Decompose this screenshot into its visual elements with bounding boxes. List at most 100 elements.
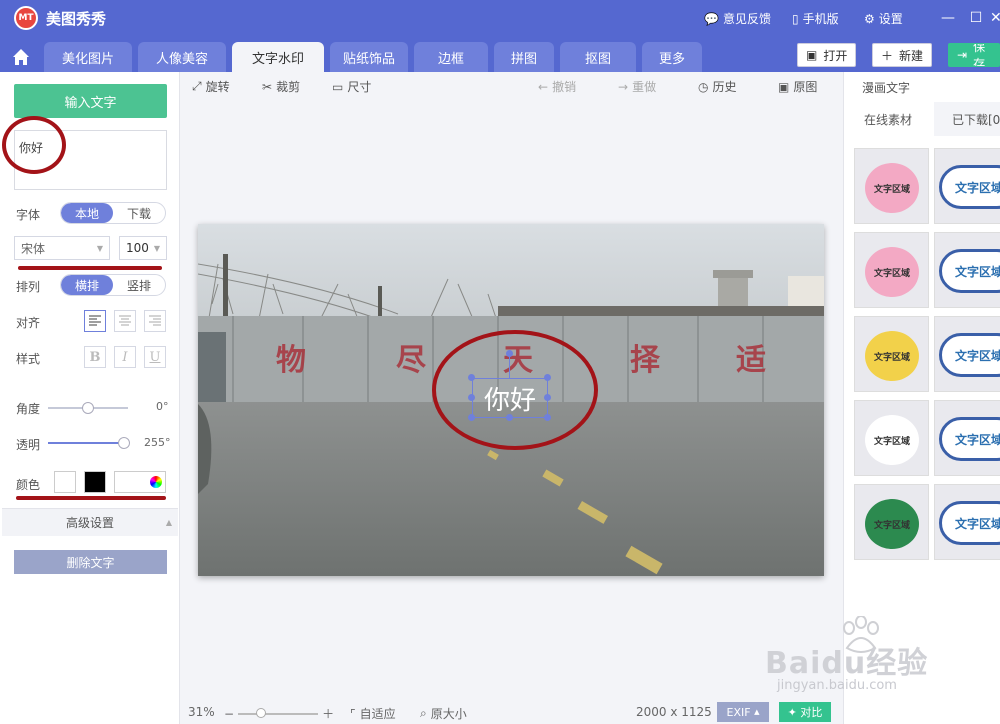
tab-collage[interactable]: 拼图 (494, 42, 554, 72)
undo-tool[interactable]: ← 撤销 (538, 78, 576, 95)
font-size-select[interactable]: 100 ▼ (119, 236, 167, 260)
font-download-option[interactable]: 下载 (113, 203, 165, 223)
material-thumbnail[interactable]: 文字区域 (934, 316, 1000, 392)
materials-tabs: 在线素材 已下载[0] (844, 102, 1000, 136)
angle-slider-knob[interactable] (82, 402, 94, 414)
advanced-settings-button[interactable]: 高级设置 ▲ (2, 508, 178, 536)
tab-borders[interactable]: 边框 (414, 42, 488, 72)
underline-button[interactable]: U (144, 346, 166, 368)
tab-online-materials[interactable]: 在线素材 (844, 102, 934, 136)
opacity-slider-fill (48, 442, 128, 444)
feedback-button[interactable]: 💬 意见反馈 (704, 10, 771, 27)
input-text-button[interactable]: 输入文字 (14, 84, 167, 118)
style-label: 样式 (16, 352, 41, 366)
layout-horizontal-option[interactable]: 横排 (61, 275, 113, 295)
clock-icon: ◷ (698, 79, 709, 94)
settings-button[interactable]: ⚙ 设置 (864, 10, 903, 27)
rotate-label: 旋转 (205, 80, 230, 94)
mobile-label: 手机版 (802, 12, 839, 26)
zoom-track[interactable] (238, 707, 319, 718)
save-button[interactable]: ⇥ 保存 (948, 43, 1000, 67)
crop-tool[interactable]: ✂ 裁剪 (262, 78, 300, 95)
tab-portrait[interactable]: 人像美容 (138, 42, 226, 72)
opacity-slider-knob[interactable] (118, 437, 130, 449)
font-label: 字体 (16, 208, 41, 222)
tab-beautify[interactable]: 美化图片 (44, 42, 132, 72)
size-tool[interactable]: ▭ 尺寸 (332, 78, 371, 95)
home-icon[interactable] (10, 46, 32, 68)
align-label: 对齐 (16, 316, 41, 330)
italic-button[interactable]: I (114, 346, 136, 368)
chevron-down-icon: ▼ (153, 243, 160, 253)
image-icon: ▣ (778, 79, 790, 94)
color-swatch-white[interactable] (54, 471, 76, 493)
font-local-option[interactable]: 本地 (61, 203, 113, 223)
exif-button[interactable]: EXIF ▲ (717, 702, 769, 722)
zoom-knob[interactable] (256, 707, 267, 718)
angle-slider[interactable] (48, 402, 128, 414)
material-thumbnail[interactable]: 文字区域 (854, 400, 929, 476)
material-thumbnail[interactable]: 文字区域 (934, 484, 1000, 560)
align-right-icon[interactable] (144, 310, 166, 332)
original-tool[interactable]: ▣ 原图 (778, 78, 817, 95)
rotate-icon: ⤢ (192, 79, 202, 93)
maximize-icon[interactable]: ☐ (966, 8, 986, 28)
redo-icon: → (618, 79, 629, 94)
tab-cutout[interactable]: 抠图 (560, 42, 636, 72)
app-title: 美图秀秀 (46, 10, 107, 28)
resize-icon: ▭ (332, 79, 344, 94)
custom-color-picker[interactable] (114, 471, 166, 493)
gear-icon: ⚙ (864, 11, 875, 26)
open-button[interactable]: ▣ 打开 (797, 43, 857, 67)
text-settings-panel: 输入文字 你好 字体 本地 下载 宋体 ▼ 100 ▼ 排列 横排 竖排 对齐 样式… (0, 72, 180, 724)
app-logo-icon: MT (14, 6, 38, 30)
opacity-label: 透明 (16, 438, 41, 452)
fit-button[interactable]: ⌜ 自适应 (350, 705, 396, 722)
material-thumbnail[interactable]: 文字区域 (854, 316, 929, 392)
mobile-button[interactable]: ▯ 手机版 (792, 10, 839, 27)
material-thumbnail[interactable]: 文字区域 (934, 148, 1000, 224)
material-thumbnail[interactable]: 文字区域 (854, 484, 929, 560)
feedback-label: 意见反馈 (722, 12, 771, 26)
actual-size-button[interactable]: ⌕ 原大小 (420, 705, 467, 722)
title-bar: MT 美图秀秀 💬 意见反馈 ▯ 手机版 ⚙ 设置 — ☐ ✕ (0, 0, 1000, 36)
annotation-underline-color (16, 496, 166, 500)
bold-button[interactable]: B (84, 346, 106, 368)
undo-label: 撤销 (552, 80, 577, 94)
color-swatch-black[interactable] (84, 471, 106, 493)
zoom-in-icon[interactable]: ＋ (322, 705, 334, 722)
material-thumbnail[interactable]: 文字区域 (934, 400, 1000, 476)
delete-text-button[interactable]: 删除文字 (14, 550, 167, 574)
close-icon[interactable]: ✕ (990, 8, 1000, 28)
tab-stickers[interactable]: 贴纸饰品 (330, 42, 408, 72)
material-thumbnail[interactable]: 文字区域 (934, 232, 1000, 308)
tab-text-watermark[interactable]: 文字水印 (232, 42, 324, 72)
watermark-brand: Baidu经验 (765, 646, 929, 681)
new-button[interactable]: ＋ 新建 (872, 43, 933, 67)
tab-more[interactable]: 更多 (642, 42, 702, 72)
zoom-value: 31% (188, 705, 215, 719)
layout-vertical-option[interactable]: 竖排 (113, 275, 165, 295)
minimize-icon[interactable]: — (938, 8, 958, 28)
align-center-icon[interactable] (114, 310, 136, 332)
rotate-tool[interactable]: ⤢ 旋转 (192, 78, 230, 95)
font-family-select[interactable]: 宋体 ▼ (14, 236, 110, 260)
plus-icon: ＋ (881, 48, 894, 63)
export-icon: ⇥ (957, 48, 968, 62)
original-label: 原图 (793, 80, 818, 94)
tab-downloaded[interactable]: 已下载[0] (936, 102, 1000, 136)
scissors-icon: ✂ (262, 79, 273, 94)
redo-tool[interactable]: → 重做 (618, 78, 656, 95)
opacity-slider[interactable] (48, 437, 130, 449)
phone-icon: ▯ (792, 11, 799, 26)
material-thumbnail[interactable]: 文字区域 (854, 232, 929, 308)
font-source-toggle: 本地 下载 (60, 202, 166, 224)
zoom-out-icon[interactable]: − (224, 707, 234, 721)
compare-button[interactable]: ✦ 对比 (779, 702, 831, 722)
align-left-icon[interactable] (84, 310, 106, 332)
zoom-slider[interactable]: − ＋ (224, 705, 334, 722)
material-thumbnail[interactable]: 文字区域 (854, 148, 929, 224)
redo-label: 重做 (632, 80, 657, 94)
history-tool[interactable]: ◷ 历史 (698, 78, 737, 95)
wall-char-1: 物 (276, 343, 306, 378)
